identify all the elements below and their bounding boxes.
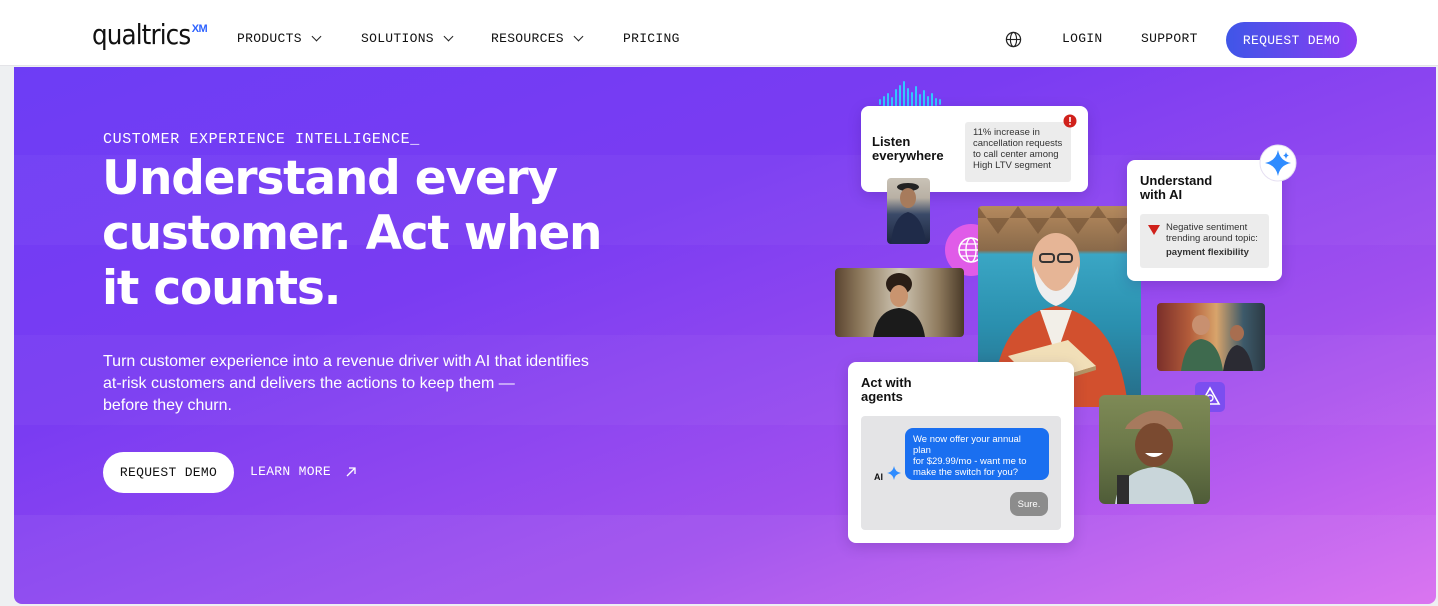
learn-more-label: LEARN MORE	[250, 464, 332, 479]
customer-photo	[1099, 395, 1210, 504]
act-card: Act with agents We now offer your annual…	[848, 362, 1074, 543]
alert-icon	[1063, 114, 1077, 128]
support-link[interactable]: SUPPORT	[1141, 31, 1198, 46]
title-line: Act with	[861, 375, 912, 390]
message-line: make the switch for you?	[913, 467, 1019, 478]
logo-xm-mark: XM	[191, 23, 208, 35]
nav-solutions[interactable]: SOLUTIONS	[361, 31, 454, 46]
chevron-down-icon	[311, 31, 322, 42]
understand-card-title: Understand with AI	[1140, 174, 1212, 202]
person-figure	[891, 183, 926, 244]
sparkle-icon	[1259, 144, 1297, 182]
subtext-line: Turn customer experience into a revenue …	[103, 353, 589, 370]
headline-line: customer. Act when	[102, 206, 602, 261]
nav-solutions-label: SOLUTIONS	[361, 31, 434, 46]
request-demo-button[interactable]: REQUEST DEMO	[1226, 22, 1357, 58]
title-line: agents	[861, 389, 903, 404]
chevron-down-icon	[573, 31, 584, 42]
hero-section: CUSTOMER EXPERIENCE INTELLIGENCE_ Unders…	[14, 67, 1436, 604]
act-card-title: Act with agents	[861, 376, 912, 404]
top-nav: qualtrics XM PRODUCTS SOLUTIONS RESOURCE…	[0, 0, 1438, 66]
qualtrics-logo[interactable]: qualtrics XM	[92, 18, 208, 51]
person-figure	[1115, 410, 1194, 504]
person-figure	[1181, 315, 1253, 371]
down-triangle-icon	[1148, 225, 1160, 235]
note-line: 11% increase in	[973, 127, 1040, 138]
nav-pricing[interactable]: PRICING	[623, 31, 680, 46]
hero-headline: Understand every customer. Act when it c…	[102, 151, 622, 316]
note-line: cancellation requests	[973, 138, 1063, 149]
customer-reply-bubble: Sure.	[1010, 492, 1048, 516]
subtext-line: before they churn.	[103, 397, 232, 414]
sparkle-icon	[887, 466, 901, 480]
listen-insight-note: 11% increase in cancellation requests to…	[965, 122, 1071, 182]
ai-label: AI	[874, 472, 883, 482]
support-label: SUPPORT	[1141, 31, 1198, 46]
listen-card-title: Listen everywhere	[872, 135, 944, 163]
person-figure	[873, 273, 925, 337]
nav-resources[interactable]: RESOURCES	[491, 31, 584, 46]
title-line: everywhere	[872, 148, 944, 163]
customer-photo	[887, 178, 930, 244]
customer-photo	[1157, 303, 1265, 371]
subtext-line: at-risk customers and delivers the actio…	[103, 375, 515, 392]
hero-stripe	[14, 515, 1436, 604]
nav-pricing-label: PRICING	[623, 31, 680, 46]
learn-more-link[interactable]: LEARN MORE	[250, 464, 357, 479]
arrow-up-right-icon	[346, 466, 356, 476]
message-line: We now offer your annual plan	[913, 434, 1021, 456]
nav-resources-label: RESOURCES	[491, 31, 564, 46]
login-link[interactable]: LOGIN	[1062, 31, 1103, 46]
login-label: LOGIN	[1062, 31, 1103, 46]
note-line: Negative sentiment	[1166, 222, 1248, 233]
title-line: with AI	[1140, 187, 1183, 202]
note-topic: payment flexibility	[1166, 247, 1249, 258]
message-line: for $29.99/mo - want me to	[913, 456, 1027, 467]
customer-photo	[835, 268, 964, 337]
sentiment-note: Negative sentiment trending around topic…	[1140, 214, 1269, 268]
note-line: High LTV segment	[973, 160, 1051, 171]
chat-window: We now offer your annual plan for $29.99…	[861, 416, 1061, 530]
note-line: trending around topic:	[1166, 233, 1258, 244]
hero-request-demo-button[interactable]: REQUEST DEMO	[103, 452, 234, 493]
hero-eyebrow: CUSTOMER EXPERIENCE INTELLIGENCE_	[103, 131, 420, 148]
headline-line: it counts.	[102, 261, 342, 316]
title-line: Listen	[872, 134, 911, 149]
nav-products-label: PRODUCTS	[237, 31, 302, 46]
title-line: Understand	[1140, 173, 1213, 188]
headline-line: Understand every	[102, 151, 558, 206]
hero-subtext: Turn customer experience into a revenue …	[103, 351, 623, 417]
logo-wordmark: qualtrics	[92, 18, 191, 51]
chevron-down-icon	[443, 31, 454, 42]
note-line: to call center among	[973, 149, 1059, 160]
agent-message-bubble: We now offer your annual plan for $29.99…	[905, 428, 1049, 480]
nav-products[interactable]: PRODUCTS	[237, 31, 322, 46]
globe-icon[interactable]	[1005, 31, 1022, 48]
